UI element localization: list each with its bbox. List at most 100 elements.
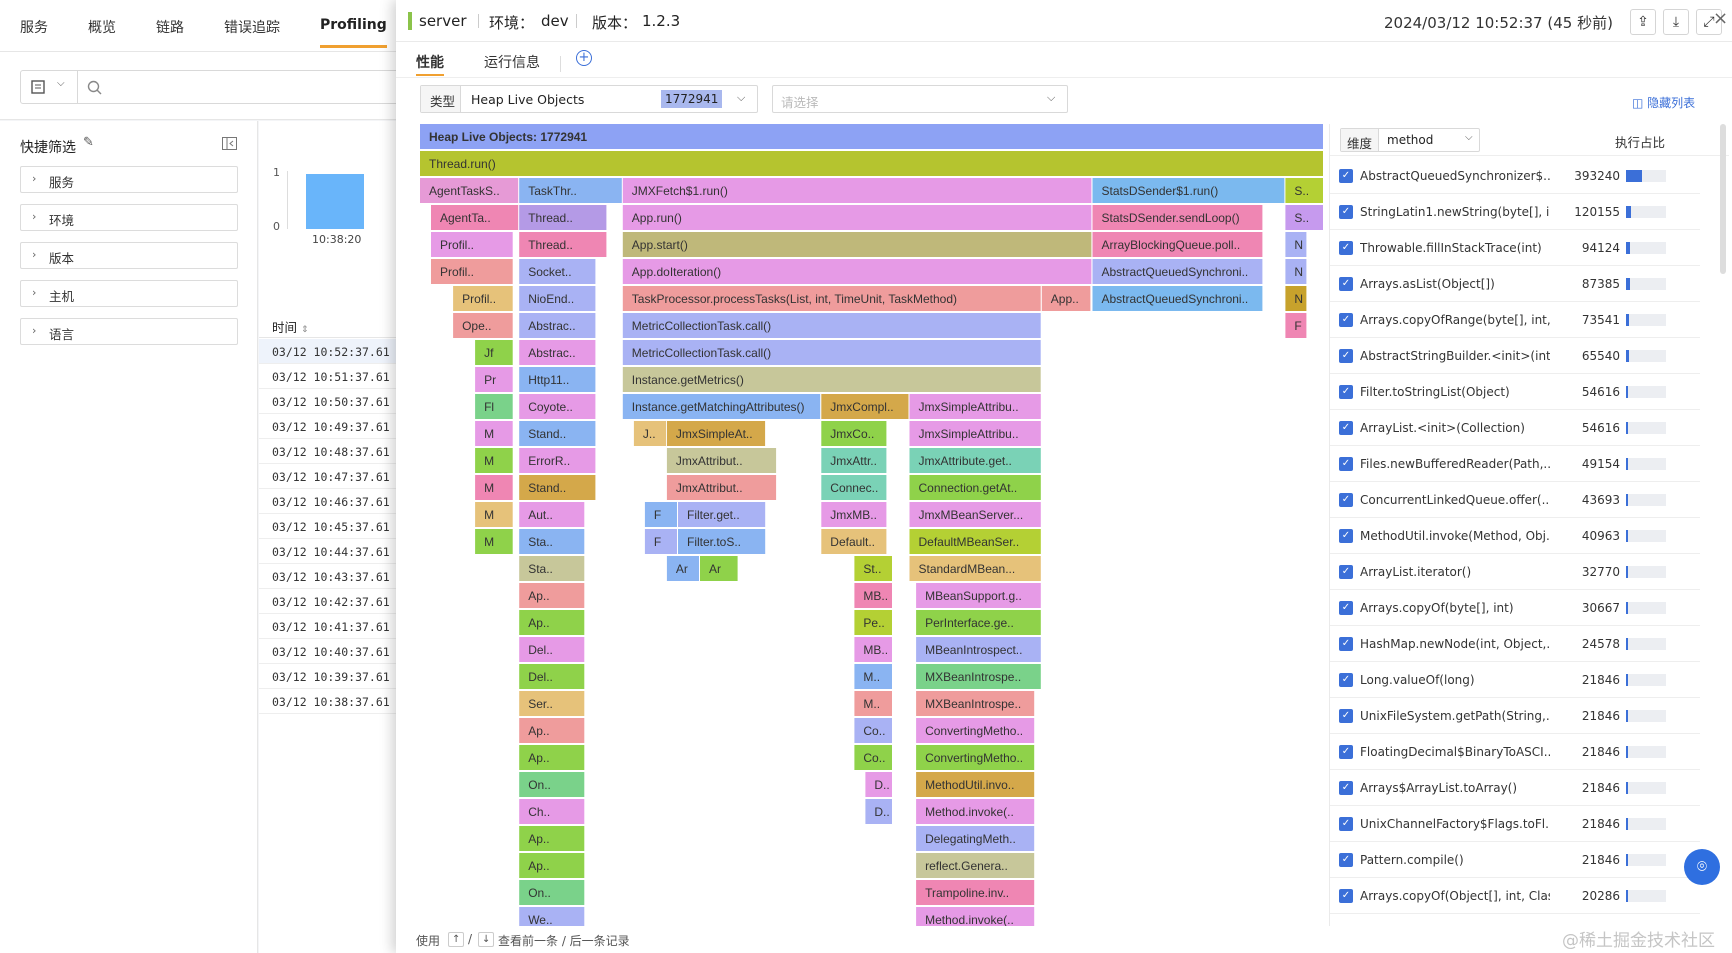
filter-env[interactable]: › 环境	[20, 204, 238, 231]
list-item[interactable]: ✓ UnixFileSystem.getPath(String,... 21846	[1330, 698, 1700, 734]
download-button[interactable]: ⤓	[1663, 9, 1689, 35]
flame-frame[interactable]: AbstractQueuedSynchroni..	[1092, 259, 1263, 284]
table-row[interactable]: 03/12 10:40:37.61	[259, 639, 400, 664]
flame-frame[interactable]: Del..	[519, 664, 585, 689]
flame-frame[interactable]: StatsDSender$1.run()	[1092, 178, 1285, 203]
checkbox[interactable]: ✓	[1339, 889, 1353, 903]
table-row[interactable]: 03/12 10:43:37.61	[259, 564, 400, 589]
table-row[interactable]: 03/12 10:50:37.61	[259, 389, 400, 414]
flame-frame[interactable]: MXBeanIntrospe..	[916, 691, 1035, 716]
list-item[interactable]: ✓ Arrays.asList(Object[]) 87385	[1330, 266, 1700, 302]
list-item[interactable]: ✓ ArrayList.<init>(Collection) 54616	[1330, 410, 1700, 446]
flame-frame[interactable]: JmxCompl..	[821, 394, 909, 419]
table-row[interactable]: 03/12 10:39:37.61	[259, 664, 400, 689]
flame-frame[interactable]: ConvertingMetho..	[916, 745, 1035, 770]
flame-frame[interactable]: JmxAttribut..	[666, 475, 777, 500]
flame-frame[interactable]: D..	[865, 799, 892, 824]
dimension-value[interactable]: method	[1387, 133, 1433, 147]
checkbox[interactable]: ✓	[1339, 493, 1353, 507]
flame-frame[interactable]: Thread..	[519, 205, 607, 230]
search-input[interactable]: ⌵	[20, 70, 400, 104]
nav-tab-profiling[interactable]: Profiling	[320, 17, 387, 48]
checkbox[interactable]: ✓	[1339, 601, 1353, 615]
checkbox[interactable]: ✓	[1339, 241, 1353, 255]
flame-frame[interactable]: M	[475, 529, 513, 554]
flame-frame[interactable]: Thread.run()	[420, 151, 1323, 176]
checkbox[interactable]: ✓	[1339, 745, 1353, 759]
flame-frame[interactable]: Ap..	[519, 853, 585, 878]
table-row[interactable]: 03/12 10:41:37.61	[259, 614, 400, 639]
flame-frame[interactable]: StatsDSender.sendLoop()	[1092, 205, 1263, 230]
chart-bar[interactable]	[306, 174, 364, 229]
flame-frame[interactable]: Filter.get..	[678, 502, 766, 527]
table-row[interactable]: 03/12 10:51:37.61	[259, 364, 400, 389]
flame-frame[interactable]: MB..	[854, 583, 892, 608]
flame-frame[interactable]: Profil..	[431, 232, 513, 257]
flame-frame[interactable]: M	[475, 502, 513, 527]
list-item[interactable]: ✓ UnixChannelFactory$Flags.toFl... 21846	[1330, 806, 1700, 842]
flame-frame[interactable]: JmxSimpleAt..	[666, 421, 766, 446]
flame-frame[interactable]: Ap..	[519, 583, 585, 608]
table-row[interactable]: 03/12 10:47:37.61	[259, 464, 400, 489]
flame-frame[interactable]: Sta..	[519, 556, 585, 581]
flame-frame[interactable]: App.run()	[622, 205, 1092, 230]
flame-frame[interactable]: Pr	[475, 367, 513, 392]
flame-frame[interactable]: Ap..	[519, 718, 585, 743]
flame-frame[interactable]: JmxSimpleAttribu..	[909, 421, 1041, 446]
flame-frame[interactable]: Stand..	[519, 475, 596, 500]
flame-frame[interactable]: M..	[854, 691, 892, 716]
flame-frame[interactable]: Profil..	[431, 259, 513, 284]
flame-frame[interactable]: MXBeanIntrospe..	[916, 664, 1041, 689]
flame-frame[interactable]: Profil..	[453, 286, 513, 311]
list-item[interactable]: ✓ Arrays.copyOfRange(byte[], int,... 73541	[1330, 302, 1700, 338]
list-item[interactable]: ✓ MethodUtil.invoke(Method, Obj... 40963	[1330, 518, 1700, 554]
list-item[interactable]: ✓ Files.newBufferedReader(Path,... 49154	[1330, 446, 1700, 482]
flame-frame[interactable]: Coyote..	[519, 394, 596, 419]
checkbox[interactable]: ✓	[1339, 709, 1353, 723]
checkbox[interactable]: ✓	[1339, 853, 1353, 867]
checkbox[interactable]: ✓	[1339, 565, 1353, 579]
list-item[interactable]: ✓ StringLatin1.newString(byte[], i... 1201…	[1330, 194, 1700, 230]
type-select[interactable]: 类型 Heap Live Objects 1772941 ⌵	[420, 85, 758, 113]
list-item[interactable]: ✓ Long.valueOf(long) 21846	[1330, 662, 1700, 698]
nav-tab-overview[interactable]: 概览	[88, 17, 116, 37]
flame-frame[interactable]: MBeanIntrospect..	[916, 637, 1041, 662]
flame-frame[interactable]: MetricCollectionTask.call()	[622, 313, 1041, 338]
filter-language[interactable]: › 语言	[20, 318, 238, 345]
flame-frame[interactable]: ErrorR..	[519, 448, 596, 473]
checkbox[interactable]: ✓	[1339, 673, 1353, 687]
tab-runtime-info[interactable]: 运行信息	[484, 52, 540, 72]
flame-frame[interactable]: F	[644, 529, 677, 554]
flame-frame[interactable]: JmxAttribut..	[666, 448, 777, 473]
nav-tab-trace[interactable]: 链路	[156, 17, 184, 37]
flame-frame[interactable]: StandardMBean...	[909, 556, 1041, 581]
flame-frame[interactable]: M	[475, 421, 513, 446]
flame-frame[interactable]: J..	[633, 421, 666, 446]
flame-frame[interactable]: Connec..	[821, 475, 887, 500]
checkbox[interactable]: ✓	[1339, 529, 1353, 543]
flame-frame[interactable]: JmxMBeanServer...	[909, 502, 1041, 527]
list-item[interactable]: ✓ Arrays$ArrayList.toArray() 21846	[1330, 770, 1700, 806]
flame-frame[interactable]: M	[475, 475, 513, 500]
list-item[interactable]: ✓ Filter.toStringList(Object) 54616	[1330, 374, 1700, 410]
hide-list-button[interactable]: ◫ 隐藏列表	[1632, 94, 1695, 111]
add-tab-icon[interactable]: +	[576, 50, 592, 66]
checkbox[interactable]: ✓	[1339, 277, 1353, 291]
flame-frame[interactable]: St..	[854, 556, 892, 581]
flame-frame[interactable]: Thread..	[519, 232, 607, 257]
flame-frame[interactable]: Method.invoke(..	[916, 907, 1035, 926]
flame-frame[interactable]: AgentTaskS..	[420, 178, 519, 203]
flame-frame[interactable]: Ap..	[519, 826, 585, 851]
flame-frame[interactable]: Heap Live Objects: 1772941	[420, 124, 1323, 149]
flame-frame[interactable]: NioEnd..	[519, 286, 596, 311]
flame-frame[interactable]: TaskProcessor.processTasks(List, int, Ti…	[622, 286, 1041, 311]
checkbox[interactable]: ✓	[1339, 349, 1353, 363]
checkbox[interactable]: ✓	[1339, 637, 1353, 651]
list-item[interactable]: ✓ FloatingDecimal$BinaryToASCI... 21846	[1330, 734, 1700, 770]
flame-frame[interactable]: AbstractQueuedSynchroni..	[1092, 286, 1263, 311]
flame-frame[interactable]: Method.invoke(..	[916, 799, 1035, 824]
list-item[interactable]: ✓ Arrays.copyOf(byte[], int) 30667	[1330, 590, 1700, 626]
table-row[interactable]: 03/12 10:46:37.61	[259, 489, 400, 514]
flame-frame[interactable]: S..	[1285, 205, 1323, 230]
flame-frame[interactable]: S..	[1285, 178, 1323, 203]
